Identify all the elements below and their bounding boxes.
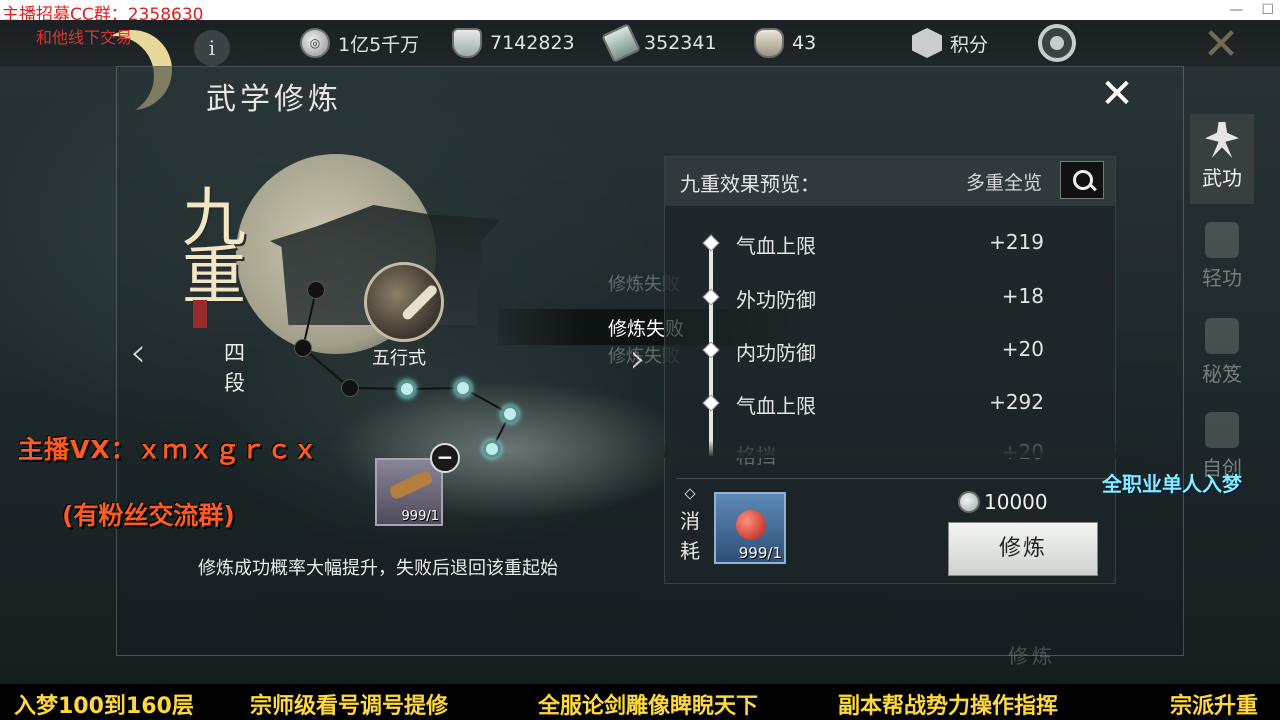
coin-icon — [958, 491, 980, 513]
scroll-fade — [664, 440, 1116, 458]
ticker-item: 入梦100到160层 — [14, 694, 194, 719]
overlay-ticker: 入梦100到160层 宗师级看号调号提修 全服论剑雕像睥睨天下 副本帮战势力操作… — [0, 684, 1280, 720]
meridian-node-lit[interactable] — [454, 379, 472, 397]
tab-martial-arts[interactable]: 武功 — [1190, 114, 1254, 204]
skill-sword-icon[interactable] — [364, 262, 444, 342]
consume-item-slot[interactable]: 999/1 — [714, 492, 786, 564]
tab-label: 武功 — [1202, 166, 1242, 190]
view-all-label[interactable]: 多重全览 — [966, 168, 1042, 195]
fruit-icon — [736, 510, 766, 540]
stat-value: +219 — [989, 230, 1044, 254]
ticker-item: 宗派升重 — [1170, 694, 1259, 719]
remove-item-button[interactable]: − — [430, 443, 460, 473]
cultivation-hint: 修炼成功概率大幅提升，失败后退回该重起始 — [198, 558, 558, 579]
meridian-node-lit[interactable] — [398, 380, 416, 398]
stat-value: +292 — [989, 390, 1044, 414]
overlay-fans-text: (有粉丝交流群) — [62, 501, 235, 530]
tab-lightness-skill[interactable]: 轻功 — [1190, 214, 1254, 304]
herb-icon — [388, 469, 434, 501]
stat-value: +18 — [1001, 284, 1044, 308]
cost-value: 10000 — [984, 490, 1048, 514]
cultivate-button[interactable]: 修炼 — [948, 522, 1098, 576]
tab-secret-manual[interactable]: 秘笈 — [1190, 310, 1254, 400]
stat-value: +20 — [1001, 337, 1044, 361]
stat-name: 气血上限 — [736, 394, 816, 418]
lightness-skill-icon — [1205, 222, 1239, 258]
meridian-node[interactable] — [294, 339, 312, 357]
self-create-icon — [1205, 412, 1239, 448]
overlay-right-promo: 全职业单人入梦 — [1102, 472, 1242, 496]
stat-name: 外功防御 — [736, 288, 816, 312]
consume-label: 消耗 — [680, 509, 700, 563]
secret-manual-icon — [1205, 318, 1239, 354]
ticker-item: 宗师级看号调号提修 — [250, 694, 449, 719]
meridian-node[interactable] — [307, 281, 325, 299]
consume-item-qty: 999/1 — [738, 544, 782, 562]
meridian-node[interactable] — [341, 379, 359, 397]
meridian-node-lit[interactable] — [501, 405, 519, 423]
ticker-item: 全服论剑雕像睥睨天下 — [538, 694, 759, 719]
search-icon[interactable] — [1060, 161, 1104, 199]
meridian-node-lit[interactable] — [483, 440, 501, 458]
watermark-text: 修炼 — [1008, 644, 1056, 668]
stat-name: 气血上限 — [736, 234, 816, 258]
overlay-vx-text: 主播VX：ｘｍｘｇｒｃｘ — [18, 435, 319, 464]
ticker-item: 副本帮战势力操作指挥 — [838, 694, 1059, 719]
skill-name: 五行式 — [372, 348, 426, 369]
cost-display: 10000 — [958, 490, 1048, 514]
martial-arts-icon — [1205, 122, 1239, 158]
tab-label: 轻功 — [1202, 266, 1242, 290]
divider — [676, 478, 1106, 479]
stat-name: 内功防御 — [736, 341, 816, 365]
preview-title: 九重效果预览： — [680, 172, 820, 196]
tab-label: 秘笈 — [1202, 362, 1242, 386]
material-item-qty: 999/1 — [401, 509, 439, 524]
material-item-slot[interactable]: 999/1 — [375, 458, 443, 526]
